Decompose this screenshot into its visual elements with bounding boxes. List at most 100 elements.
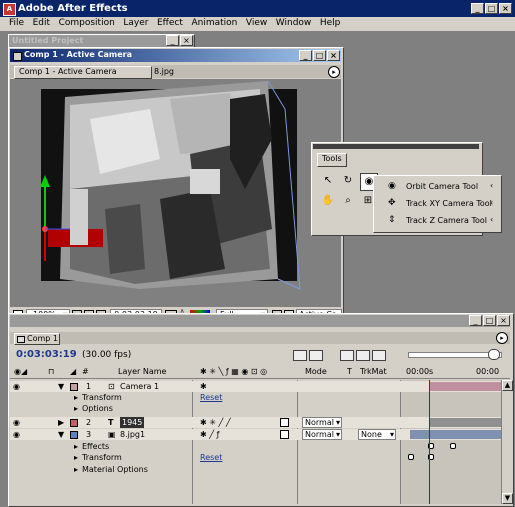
menu-edit[interactable]: Edit: [30, 17, 53, 30]
prop-row-options[interactable]: ▸ Options: [10, 403, 510, 414]
frame-blend-icon[interactable]: [340, 350, 354, 361]
track-z-camera-label: Track Z Camera Tool: [406, 216, 487, 225]
video-switch-icon[interactable]: ◉: [13, 417, 20, 428]
project-close-button[interactable]: ×: [180, 35, 193, 46]
reset-link[interactable]: Reset: [200, 392, 222, 403]
scroll-down-icon[interactable]: ▼: [502, 493, 513, 504]
flyout-item-track-z[interactable]: ⇕ Track Z Camera Tool ‹: [378, 214, 498, 228]
tab-timeline-comp1[interactable]: Comp 1: [14, 333, 60, 345]
prop-row-material[interactable]: ▸ Material Options: [10, 464, 510, 475]
tools-tab-label: Tools: [322, 154, 342, 163]
current-time-indicator[interactable]: [429, 380, 430, 504]
mode-dropdown[interactable]: Normal ▾: [302, 417, 342, 428]
expand-arrow-icon[interactable]: ▸: [74, 441, 78, 452]
layer-row-8jpg[interactable]: ◉ ▼ 3 ▣ 8.jpg1 ✱ ╱ ƒ Normal ▾ None ▾: [10, 429, 510, 440]
app-title-bar: A Adobe After Effects _ □ ×: [0, 0, 515, 17]
timeline-maximize-button[interactable]: □: [483, 315, 496, 326]
trkmat-dropdown[interactable]: None ▾: [358, 429, 396, 440]
shy-toggle-icon[interactable]: [309, 350, 323, 361]
tools-tab[interactable]: Tools: [317, 153, 347, 167]
video-switch-icon[interactable]: ◉: [13, 429, 20, 440]
layer-switch-icon[interactable]: ✱: [200, 381, 207, 392]
expand-arrow-icon[interactable]: ▸: [74, 403, 78, 414]
menu-bar: File Edit Composition Layer Effect Anima…: [0, 17, 515, 31]
comp-minimize-button[interactable]: _: [299, 50, 312, 61]
timeline-vertical-scrollbar[interactable]: ▲ ▼: [501, 380, 513, 504]
tab-8jpg-label: 8.jpg: [154, 67, 175, 76]
comp-window: Comp 1 - Active Camera _ □ × Comp 1 - Ac…: [8, 47, 344, 325]
maximize-button[interactable]: □: [485, 3, 498, 14]
menu-window[interactable]: Window: [273, 17, 315, 30]
orbit-camera-icon: ◉: [388, 181, 396, 191]
selection-tool-icon[interactable]: ↖: [320, 173, 336, 189]
flyout-item-track-xy[interactable]: ✥ Track XY Camera Tool ‹: [378, 197, 498, 211]
mode-value: Normal: [305, 418, 334, 427]
rotation-tool-icon[interactable]: ↻: [340, 173, 356, 189]
motion-blur-icon[interactable]: [356, 350, 370, 361]
zoom-tool-icon[interactable]: ⌕: [340, 193, 356, 209]
timeline-panel-menu-icon[interactable]: ▸: [496, 332, 508, 344]
mode-dropdown[interactable]: Normal ▾: [302, 429, 342, 440]
tab-8jpg[interactable]: 8.jpg: [152, 67, 188, 77]
hand-tool-icon[interactable]: ✋: [320, 193, 336, 209]
layer-label-color: [70, 431, 78, 439]
layer-name[interactable]: 1945: [120, 417, 145, 428]
layer-duration-bar[interactable]: [430, 382, 510, 391]
transform-label: Transform: [82, 393, 122, 402]
timeline-close-button[interactable]: ×: [497, 315, 510, 326]
comp-maximize-button[interactable]: □: [313, 50, 326, 61]
prop-row-effects[interactable]: ▸ Effects: [10, 441, 510, 452]
layer-name-column-header[interactable]: Layer Name: [118, 366, 166, 378]
time-zoom-handle-icon[interactable]: [488, 349, 500, 360]
layer-name[interactable]: 8.jpg1: [120, 429, 145, 440]
layer-switch-icons[interactable]: ✱ ✳ ╱ ╱: [200, 417, 231, 428]
keyframe-icon[interactable]: [408, 454, 414, 460]
timeline-timecode-row: 0:03:03:19 (30.00 fps): [10, 346, 510, 364]
layer-duration-bar[interactable]: [410, 430, 510, 439]
prop-row-transform-2[interactable]: ▸ Transform Reset: [10, 452, 510, 463]
comp-viewer[interactable]: [10, 79, 341, 307]
graph-editor-icon[interactable]: [372, 350, 386, 361]
expand-arrow-icon[interactable]: ▸: [74, 452, 78, 463]
menu-file[interactable]: File: [6, 17, 27, 30]
reset-link[interactable]: Reset: [200, 452, 222, 463]
menu-view[interactable]: View: [243, 17, 270, 30]
tab-comp1[interactable]: Comp 1 - Active Camera: [14, 66, 152, 79]
trkmat-column-header: TrkMat: [360, 367, 387, 376]
prop-row-transform[interactable]: ▸ Transform Reset: [10, 392, 510, 403]
expand-arrow-icon[interactable]: ▼: [58, 429, 64, 440]
tools-palette-header: [313, 144, 479, 149]
project-minimize-button[interactable]: _: [166, 35, 179, 46]
3d-layer-checkbox[interactable]: [280, 430, 289, 439]
menu-composition[interactable]: Composition: [56, 17, 118, 30]
expand-arrow-icon[interactable]: ▼: [58, 381, 64, 392]
scroll-up-icon[interactable]: ▲: [502, 380, 513, 391]
layer-row-1945[interactable]: ◉ ▶ 2 T 1945 ✱ ✳ ╱ ╱ Normal ▾: [10, 417, 510, 428]
timeline-tab-bar: Comp 1 ▸: [10, 332, 510, 345]
menu-animation[interactable]: Animation: [188, 17, 240, 30]
menu-effect[interactable]: Effect: [154, 17, 186, 30]
expand-arrow-icon[interactable]: ▸: [74, 464, 78, 475]
timeline-minimize-button[interactable]: _: [469, 315, 482, 326]
track-xy-camera-label: Track XY Camera Tool: [406, 199, 492, 208]
menu-layer[interactable]: Layer: [120, 17, 151, 30]
video-switch-icon[interactable]: ◉: [13, 381, 20, 392]
flyout-item-orbit[interactable]: ◉ Orbit Camera Tool ‹: [378, 180, 498, 194]
expand-arrow-icon[interactable]: ▸: [74, 392, 78, 403]
timeline-timecode[interactable]: 0:03:03:19: [16, 349, 77, 360]
3d-layer-checkbox[interactable]: [280, 418, 289, 427]
panel-menu-icon[interactable]: ▸: [328, 66, 340, 78]
layer-switch-icons[interactable]: ✱ ╱ ƒ: [200, 429, 219, 440]
expand-arrow-icon[interactable]: ▶: [58, 417, 64, 428]
layer-row-camera[interactable]: ◉ ▼ 1 ⊡ Camera 1 ✱: [10, 381, 510, 392]
menu-help[interactable]: Help: [317, 17, 344, 30]
minimize-button[interactable]: _: [471, 3, 484, 14]
layer-name[interactable]: Camera 1: [120, 381, 159, 392]
t-column-header: T: [347, 367, 352, 376]
shortcut-c-icon: ‹: [490, 198, 494, 207]
comp-close-button[interactable]: ×: [327, 50, 340, 61]
comp-flowchart-icon[interactable]: [293, 350, 307, 361]
keyframe-icon[interactable]: [450, 443, 456, 449]
layer-duration-bar[interactable]: [430, 418, 510, 427]
close-button[interactable]: ×: [499, 3, 512, 14]
